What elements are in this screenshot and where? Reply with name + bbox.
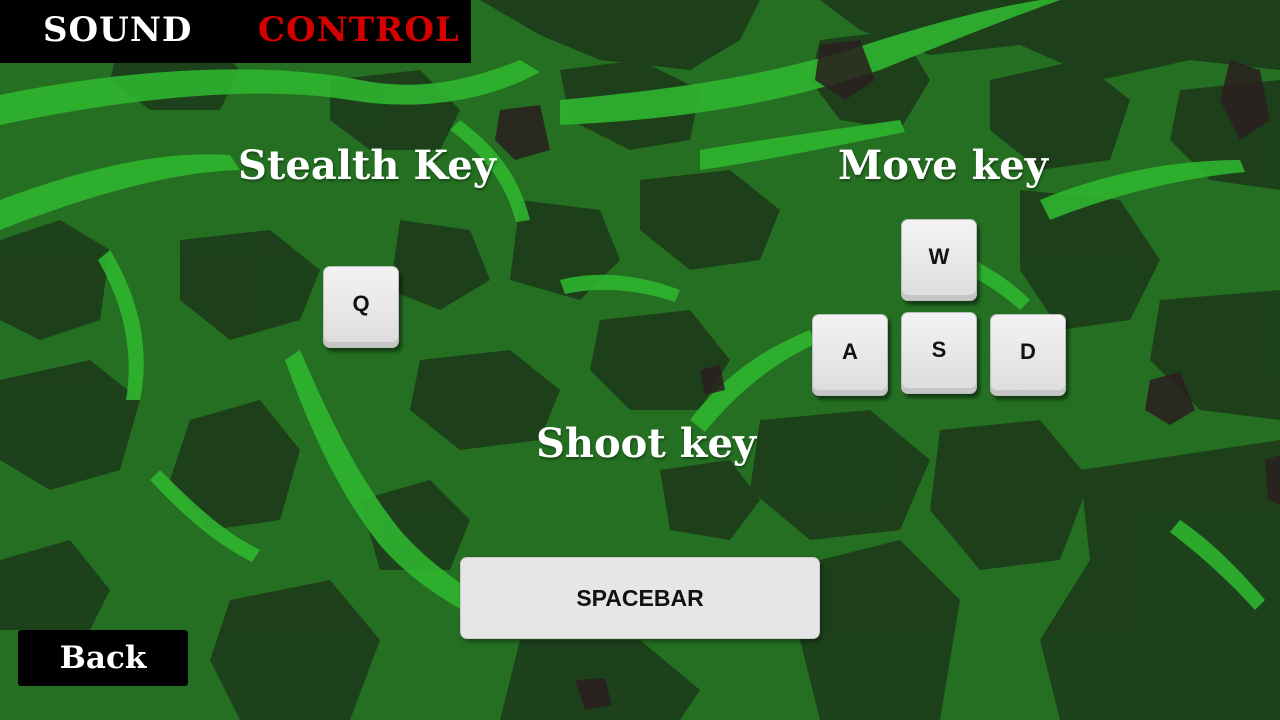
back-button[interactable]: Back: [18, 630, 188, 686]
move-key-d[interactable]: D: [990, 314, 1066, 396]
move-key-s[interactable]: S: [901, 312, 977, 394]
settings-tab-bar: SOUND CONTROL: [0, 0, 471, 63]
move-key-w[interactable]: W: [901, 219, 977, 301]
tab-control[interactable]: CONTROL: [258, 10, 460, 50]
shoot-key-heading: Shoot key: [536, 420, 757, 467]
controls-screen: SOUND CONTROL Stealth Key Move key Shoot…: [0, 0, 1280, 720]
move-key-heading: Move key: [838, 142, 1048, 189]
stealth-key-heading: Stealth Key: [238, 142, 496, 189]
shoot-key-spacebar[interactable]: SPACEBAR: [460, 557, 820, 639]
tab-sound[interactable]: SOUND: [43, 10, 192, 50]
stealth-key-q[interactable]: Q: [323, 266, 399, 348]
move-key-a[interactable]: A: [812, 314, 888, 396]
